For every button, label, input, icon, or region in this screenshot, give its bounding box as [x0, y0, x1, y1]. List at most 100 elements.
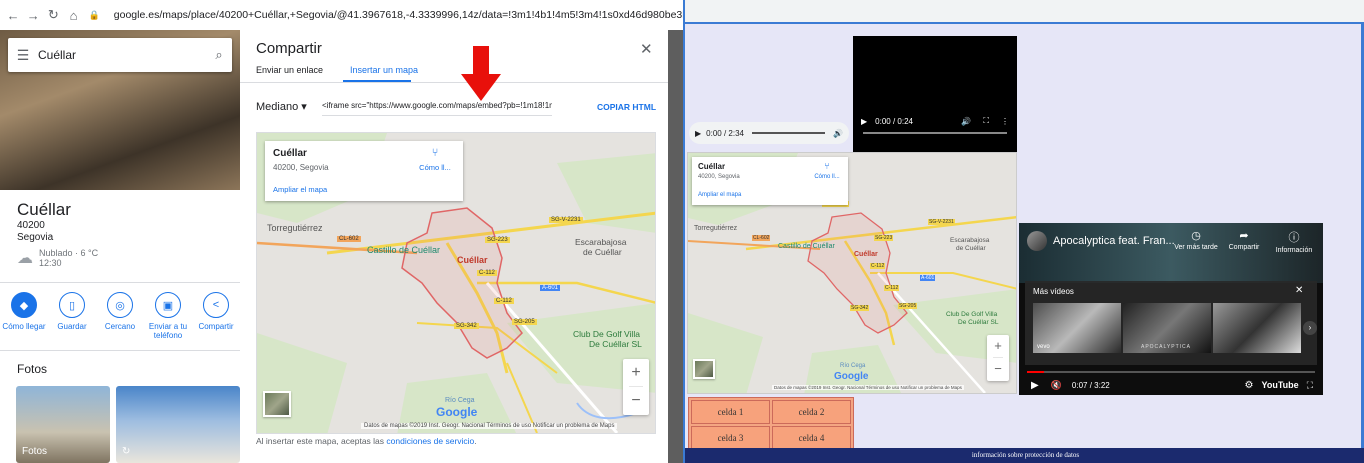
table-cell: celda 4	[772, 426, 851, 450]
watch-later-button[interactable]: ◷ Ver más tarde	[1173, 229, 1219, 251]
map-attribution: Datos de mapas ©2019 Inst. Geogr. Nacion…	[361, 423, 618, 429]
enlarge-map-link[interactable]: Ampliar el mapa	[273, 185, 327, 194]
terms-of-service-link[interactable]: condiciones de servicio	[386, 436, 474, 446]
card-place-name: Cuéllar	[273, 148, 307, 159]
action-label: Cómo llegar	[2, 322, 46, 331]
dialog-title: Compartir	[256, 40, 322, 57]
share-icon: <	[203, 292, 229, 318]
embedded-map[interactable]: Torregutiérrez Castillo de Cuéllar Cuéll…	[687, 152, 1017, 394]
nearby-button[interactable]: ◎ Cercano	[96, 292, 144, 340]
suggested-video-thumbnail[interactable]	[1213, 303, 1301, 353]
map-label: de Cuéllar	[583, 247, 622, 257]
copy-html-button[interactable]: COPIAR HTML	[597, 102, 656, 112]
hamburger-menu-icon[interactable]: ☰	[8, 47, 38, 64]
photo-thumbnail[interactable]: Fotos	[16, 386, 110, 463]
photos-heading: Fotos	[17, 362, 48, 376]
close-icon[interactable]: ✕	[1295, 285, 1303, 296]
mute-icon[interactable]: 🔇	[1051, 380, 1062, 391]
share-button[interactable]: ➦ Compartir	[1221, 229, 1267, 251]
address-bar[interactable]: google.es/maps/place/40200+Cuéllar,+Sego…	[114, 9, 683, 21]
satellite-toggle[interactable]	[693, 359, 715, 379]
volume-icon[interactable]: 🔊	[961, 117, 971, 126]
directions-link[interactable]: Cómo ll...	[810, 174, 844, 180]
map-label: De Cuéllar SL	[589, 339, 642, 349]
directions-icon[interactable]: ⑂	[415, 147, 455, 159]
watch-later-label: Ver más tarde	[1174, 244, 1218, 251]
photo-thumbnail[interactable]: ↻	[116, 386, 240, 463]
data-protection-footer[interactable]: información sobre protección de datos	[685, 448, 1364, 463]
chevron-right-icon[interactable]: ›	[1303, 321, 1317, 335]
channel-avatar[interactable]	[1027, 231, 1047, 251]
map-label: de Cuéllar	[956, 245, 986, 252]
suggested-video-thumbnail[interactable]: vevo	[1033, 303, 1121, 353]
play-icon[interactable]: ▶	[1031, 380, 1039, 391]
search-icon[interactable]: ⌕	[206, 47, 232, 63]
road-sign: CL-602	[337, 236, 361, 242]
maps-search-box[interactable]: ☰ Cuéllar ⌕	[8, 38, 232, 72]
map-label: Cuéllar	[854, 251, 878, 258]
save-button[interactable]: ▯ Guardar	[48, 292, 96, 340]
youtube-embed[interactable]: Apocalyptica feat. Fran... ◷ Ver más tar…	[1019, 223, 1323, 395]
place-title: Cuéllar	[17, 200, 71, 219]
enlarge-map-link[interactable]: Ampliar el mapa	[698, 192, 741, 198]
info-button[interactable]: ⓘ Información	[1271, 229, 1317, 254]
zoom-out-button[interactable]: −	[987, 358, 1009, 380]
progress-fill	[1027, 371, 1045, 373]
satellite-toggle[interactable]	[263, 391, 291, 417]
zoom-out-button[interactable]: −	[623, 387, 649, 414]
table-row: celda 1 celda 2	[691, 400, 851, 424]
terms-period: .	[474, 436, 477, 446]
youtube-logo[interactable]: YouTube	[1262, 380, 1299, 390]
more-options-icon[interactable]: ⋮	[1001, 117, 1009, 126]
volume-icon[interactable]: 🔊	[833, 129, 843, 138]
zoom-controls: + −	[623, 359, 649, 415]
map-label: Club De Golf Villa	[946, 311, 998, 318]
place-info-card: Cuéllar 40200, Segovia ⑂ Cómo ll... Ampl…	[265, 141, 463, 201]
forward-icon[interactable]: →	[26, 8, 40, 23]
video-title[interactable]: Apocalyptica feat. Fran...	[1053, 235, 1175, 247]
fullscreen-icon[interactable]: ⛶	[983, 116, 989, 126]
phone-icon: ▣	[155, 292, 181, 318]
embed-code-field[interactable]: <iframe src="https://www.google.com/maps…	[322, 100, 552, 116]
share-button[interactable]: < Compartir	[192, 292, 240, 340]
map-attribution: Datos de mapas ©2019 Inst. Geogr. Nacion…	[772, 385, 964, 390]
zoom-in-button[interactable]: +	[987, 335, 1009, 357]
youtube-progress-bar[interactable]	[1027, 371, 1315, 373]
send-to-phone-button[interactable]: ▣ Enviar a tu teléfono	[144, 292, 192, 340]
video-player[interactable]: ▶ 0:00 / 0:24 🔊 ⛶ ⋮	[853, 36, 1017, 154]
road-sign: C-112	[477, 270, 497, 276]
map-label: Escarabajosa	[950, 237, 990, 244]
road-sign: C-112	[870, 263, 886, 269]
zoom-in-button[interactable]: +	[623, 359, 649, 386]
directions-icon[interactable]: ⑂	[810, 161, 844, 171]
map-size-dropdown[interactable]: Mediano ▾	[256, 100, 307, 113]
back-icon[interactable]: ←	[6, 8, 20, 23]
directions-link[interactable]: Cómo ll...	[415, 163, 455, 172]
share-label: Compartir	[1228, 244, 1260, 251]
close-icon[interactable]: ✕	[640, 40, 653, 58]
video-progress-bar[interactable]	[863, 132, 1007, 134]
road-sign: C-112	[884, 285, 900, 291]
map-label: Escarabajosa	[575, 237, 627, 247]
place-actions: ◆ Cómo llegar ▯ Guardar ◎ Cercano ▣ Envi…	[0, 292, 240, 340]
play-icon[interactable]: ▶	[695, 129, 701, 138]
home-icon[interactable]: ⌂	[66, 8, 80, 23]
reload-icon[interactable]: ↻	[46, 7, 60, 23]
bookmark-icon: ▯	[59, 292, 85, 318]
play-icon[interactable]: ▶	[861, 117, 867, 126]
photo-caption: Fotos	[22, 446, 48, 457]
audio-player[interactable]: ▶ 0:00 / 2:34 🔊	[689, 122, 849, 144]
directions-button[interactable]: ◆ Cómo llegar	[0, 292, 48, 340]
divider	[240, 82, 668, 83]
table-cell: celda 1	[691, 400, 770, 424]
tab-embed-map[interactable]: Insertar un mapa	[350, 65, 418, 75]
tab-send-link[interactable]: Enviar un enlace	[256, 65, 323, 75]
audio-progress-bar[interactable]	[751, 132, 826, 134]
fullscreen-icon[interactable]: ⛶	[1307, 380, 1313, 391]
search-input[interactable]: Cuéllar	[38, 48, 206, 62]
suggested-video-thumbnail[interactable]: APOCALYPTICA	[1123, 303, 1211, 353]
gear-icon[interactable]: ⚙	[1245, 380, 1254, 391]
embedded-map-preview[interactable]: Torregutiérrez Castillo de Cuéllar Cuéll…	[256, 132, 656, 434]
cell-table: celda 1 celda 2 celda 3 celda 4	[688, 397, 854, 453]
map-label: Cuéllar	[457, 255, 488, 265]
